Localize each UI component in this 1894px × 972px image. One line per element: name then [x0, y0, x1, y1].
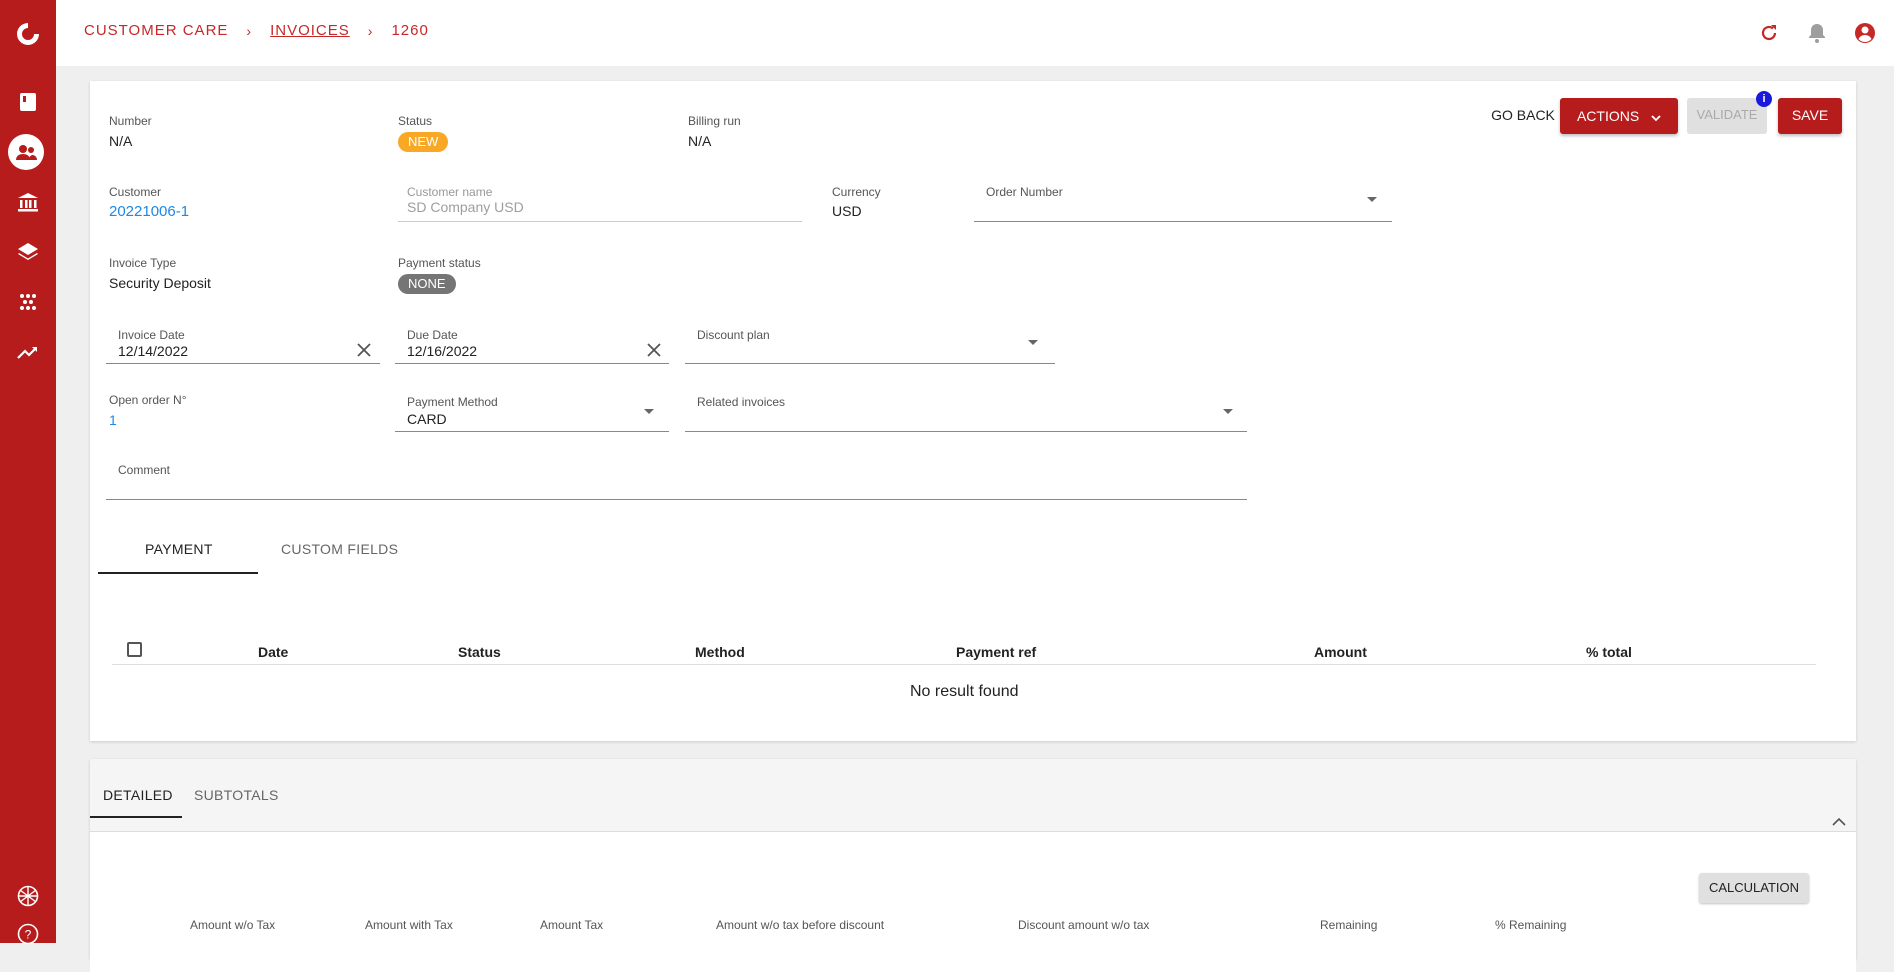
tab-subtotals[interactable]: SUBTOTALS — [194, 787, 279, 803]
header-percent-remaining: % Remaining — [1495, 918, 1567, 932]
bank-icon[interactable] — [12, 186, 44, 218]
customer-link[interactable]: 20221006-1 — [109, 203, 189, 220]
customer-name-field: SD Company USD — [407, 199, 524, 215]
column-amount[interactable]: Amount — [1314, 644, 1367, 660]
account-icon[interactable] — [1852, 20, 1878, 46]
number-value: N/A — [109, 133, 133, 149]
related-invoices-underline — [685, 431, 1247, 432]
invoice-type-value: Security Deposit — [109, 275, 211, 291]
payment-status-label: Payment status — [398, 256, 481, 270]
totals-panel: CALCULATION Amount w/o Tax Amount with T… — [90, 831, 1856, 972]
svg-text:?: ? — [25, 928, 32, 942]
column-payment-ref[interactable]: Payment ref — [956, 644, 1036, 660]
go-back-button[interactable]: GO BACK — [1483, 104, 1563, 126]
validate-button[interactable]: VALIDATE — [1687, 98, 1767, 134]
clear-icon[interactable] — [356, 342, 374, 360]
column-percent-total[interactable]: % total — [1586, 644, 1632, 660]
customer-label: Customer — [109, 185, 162, 199]
dropdown-arrow-icon — [644, 409, 654, 414]
column-status[interactable]: Status — [458, 644, 501, 660]
due-date-value: 12/16/2022 — [407, 343, 478, 359]
due-date-underline — [395, 363, 669, 364]
tab-payment[interactable]: PAYMENT — [145, 541, 213, 557]
clear-icon[interactable] — [646, 342, 664, 360]
invoice-date-underline — [106, 363, 380, 364]
discount-plan-label: Discount plan — [697, 328, 770, 342]
header-amount-with-tax: Amount with Tax — [365, 918, 453, 932]
due-date-label: Due Date — [407, 328, 458, 342]
invoice-date-label: Invoice Date — [118, 328, 185, 342]
language-icon[interactable] — [12, 880, 44, 912]
tab-indicator — [90, 816, 182, 818]
status-label: Status — [398, 114, 433, 128]
column-date[interactable]: Date — [258, 644, 288, 660]
breadcrumb-invoices[interactable]: INVOICES — [270, 22, 350, 39]
column-method[interactable]: Method — [695, 644, 745, 660]
info-badge: i — [1756, 91, 1772, 107]
billing-run-value: N/A — [688, 133, 712, 149]
book-icon[interactable] — [12, 86, 44, 118]
dropdown-arrow-icon — [1223, 409, 1233, 414]
invoice-card: GO BACK ACTIONS VALIDATE i SAVE Number N… — [90, 81, 1856, 741]
order-number-label: Order Number — [986, 185, 1063, 199]
select-all-checkbox[interactable] — [127, 642, 142, 657]
invoice-type-label: Invoice Type — [109, 256, 177, 270]
bell-icon[interactable] — [1804, 20, 1830, 46]
invoice-date-value: 12/14/2022 — [118, 343, 189, 359]
header-amount-tax: Amount Tax — [540, 918, 604, 932]
header-remaining: Remaining — [1320, 918, 1378, 932]
customers-icon[interactable] — [8, 134, 44, 170]
payment-method-value: CARD — [407, 411, 447, 427]
chevron-right-icon: › — [246, 22, 253, 39]
tab-detailed[interactable]: DETAILED — [103, 787, 173, 803]
header-amount-wo-tax: Amount w/o Tax — [190, 918, 276, 932]
breadcrumb-root[interactable]: CUSTOMER CARE — [84, 22, 228, 39]
payment-method-label: Payment Method — [407, 395, 498, 409]
discount-plan-underline — [685, 363, 1055, 364]
totals-card: DETAILED SUBTOTALS CALCULATION Amount w/… — [90, 759, 1856, 972]
logo-icon[interactable] — [12, 18, 44, 50]
chevron-down-icon — [1651, 99, 1661, 135]
currency-value: USD — [832, 203, 862, 219]
top-bar: CUSTOMER CARE › INVOICES › 1260 — [56, 0, 1894, 66]
billing-run-label: Billing run — [688, 114, 741, 128]
breadcrumb: CUSTOMER CARE › INVOICES › 1260 — [84, 22, 429, 39]
order-number-underline — [974, 221, 1392, 222]
sidebar: ? — [0, 0, 56, 945]
refresh-icon[interactable] — [1756, 20, 1782, 46]
table-divider — [112, 664, 1816, 665]
comment-underline — [106, 499, 1247, 500]
tab-indicator — [98, 572, 258, 574]
header-discount-amount: Discount amount w/o tax — [1018, 918, 1150, 932]
actions-label: ACTIONS — [1576, 108, 1640, 124]
trending-icon[interactable] — [12, 336, 44, 368]
apps-icon[interactable] — [12, 286, 44, 318]
number-label: Number — [109, 114, 152, 128]
layers-icon[interactable] — [12, 236, 44, 268]
dropdown-arrow-icon — [1367, 197, 1377, 202]
currency-label: Currency — [832, 185, 881, 199]
chevron-up-icon[interactable] — [1832, 813, 1846, 829]
calculation-button[interactable]: CALCULATION — [1699, 873, 1809, 903]
save-button[interactable]: SAVE — [1778, 98, 1842, 134]
help-icon[interactable]: ? — [12, 918, 44, 950]
breadcrumb-current: 1260 — [391, 22, 429, 39]
comment-label: Comment — [118, 463, 171, 477]
chevron-right-icon: › — [367, 22, 374, 39]
related-invoices-label: Related invoices — [697, 395, 786, 409]
empty-table-message: No result found — [910, 683, 1019, 700]
open-order-link[interactable]: 1 — [109, 412, 117, 428]
actions-button[interactable]: ACTIONS — [1560, 98, 1678, 134]
open-order-label: Open order N° — [109, 393, 187, 407]
payment-status-badge: NONE — [398, 274, 456, 294]
tab-custom-fields[interactable]: CUSTOM FIELDS — [281, 541, 398, 557]
dropdown-arrow-icon — [1028, 340, 1038, 345]
customer-name-label: Customer name — [407, 185, 493, 199]
customer-name-underline — [398, 221, 802, 222]
header-amount-before-discount: Amount w/o tax before discount — [716, 918, 885, 932]
status-badge: NEW — [398, 132, 449, 152]
payment-method-underline — [395, 431, 669, 432]
